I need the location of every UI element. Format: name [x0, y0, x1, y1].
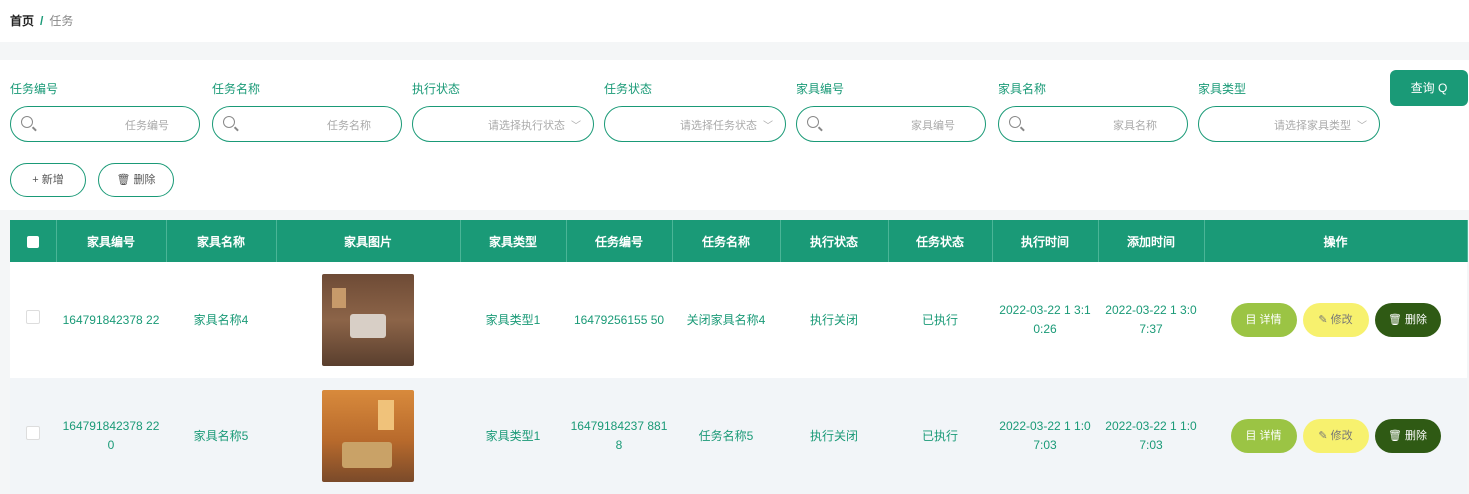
- exec-status-select[interactable]: 请选择执行状态 ﹀: [412, 106, 594, 142]
- select-placeholder: 请选择任务状态: [680, 120, 757, 132]
- furniture-name-input[interactable]: 家具名称: [998, 106, 1188, 142]
- furniture-no-input[interactable]: 家具编号: [796, 106, 986, 142]
- task-no-input[interactable]: 任务编号: [10, 106, 200, 142]
- task-no-cell: 16479256155 50: [566, 262, 672, 378]
- chevron-down-icon: ﹀: [1357, 121, 1367, 132]
- furniture-photo: [322, 274, 414, 366]
- delete-button[interactable]: 🗑 删除: [1374, 303, 1441, 337]
- add-time-cell: 2022-03-22 1 1:07:03: [1098, 378, 1204, 494]
- column-header: 家具图片: [276, 220, 461, 262]
- add-button[interactable]: + 新增: [10, 163, 86, 197]
- exec-time-cell: 2022-03-22 1 3:10:26: [992, 262, 1098, 378]
- column-header: 家具编号: [56, 220, 167, 262]
- breadcrumb-separator: /: [40, 14, 44, 28]
- chevron-down-icon: ﹀: [571, 121, 581, 132]
- search-icon: [223, 116, 235, 128]
- breadcrumb: 首页 / 任务: [0, 0, 1469, 42]
- filter-label: 任务状态: [604, 82, 653, 96]
- task-name-cell: 任务名称5: [672, 378, 780, 494]
- edit-button[interactable]: ✎ 修改: [1302, 419, 1369, 453]
- filter-bar: 任务编号 任务编号 任务名称 任务名称 执行状态 请选择执行状态 ﹀ 任务状态 …: [0, 60, 1469, 150]
- search-icon: [807, 116, 819, 128]
- input-placeholder: 任务编号: [125, 120, 169, 132]
- breadcrumb-current: 任务: [49, 14, 74, 28]
- breadcrumb-home[interactable]: 首页: [10, 14, 34, 28]
- row-checkbox[interactable]: [26, 310, 40, 324]
- table-row: 164791842378 220 家具名称5 家具类型1 16479184237…: [10, 378, 1467, 494]
- filter-label: 家具类型: [1198, 82, 1247, 96]
- column-header: 任务名称: [672, 220, 781, 262]
- input-placeholder: 家具编号: [911, 120, 955, 132]
- task-no-cell: 16479184237 8818: [566, 378, 672, 494]
- row-checkbox[interactable]: [26, 426, 40, 440]
- operations-cell: 目 详情 ✎ 修改 🗑 删除: [1204, 378, 1467, 494]
- task-status-cell: 已执行: [888, 262, 992, 378]
- select-all-header[interactable]: [10, 220, 57, 262]
- task-status-cell: 已执行: [888, 378, 992, 494]
- add-time-cell: 2022-03-22 1 3:07:37: [1098, 262, 1204, 378]
- select-placeholder: 请选择执行状态: [488, 120, 565, 132]
- filter-label: 家具名称: [998, 82, 1047, 96]
- delete-button[interactable]: 🗑 删除: [1374, 419, 1441, 453]
- search-icon: [1009, 116, 1021, 128]
- furniture-type-cell: 家具类型1: [460, 262, 566, 378]
- table-row: 164791842378 22 家具名称4 家具类型1 16479256155 …: [10, 262, 1467, 378]
- column-header: 操作: [1204, 220, 1468, 262]
- column-header: 任务编号: [566, 220, 673, 262]
- input-placeholder: 任务名称: [327, 120, 371, 132]
- furniture-name-cell: 家具名称4: [166, 262, 276, 378]
- filter-label: 任务名称: [212, 82, 261, 96]
- exec-status-cell: 执行关闭: [780, 262, 888, 378]
- select-placeholder: 请选择家具类型: [1274, 120, 1351, 132]
- filter-label: 任务编号: [10, 82, 59, 96]
- task-status-select[interactable]: 请选择任务状态 ﹀: [604, 106, 786, 142]
- input-placeholder: 家具名称: [1113, 120, 1157, 132]
- task-table: 家具编号 家具名称 家具图片 家具类型 任务编号 任务名称 执行状态 任务状态 …: [10, 220, 1468, 494]
- column-header: 执行状态: [780, 220, 889, 262]
- exec-time-cell: 2022-03-22 1 1:07:03: [992, 378, 1098, 494]
- chevron-down-icon: ﹀: [763, 121, 773, 132]
- table-header: 家具编号 家具名称 家具图片 家具类型 任务编号 任务名称 执行状态 任务状态 …: [10, 220, 1468, 262]
- search-icon: [21, 116, 33, 128]
- column-header: 家具类型: [460, 220, 567, 262]
- task-name-input[interactable]: 任务名称: [212, 106, 402, 142]
- batch-delete-button[interactable]: 🗑 删除: [98, 163, 174, 197]
- filter-label: 执行状态: [412, 82, 461, 96]
- exec-status-cell: 执行关闭: [780, 378, 888, 494]
- edit-button[interactable]: ✎ 修改: [1302, 303, 1369, 337]
- action-bar: + 新增 🗑 删除: [0, 150, 1469, 210]
- row-select-cell: [10, 378, 56, 494]
- column-header: 添加时间: [1098, 220, 1205, 262]
- furniture-name-cell: 家具名称5: [166, 378, 276, 494]
- search-button[interactable]: 查询 Q: [1390, 70, 1468, 106]
- furniture-type-select[interactable]: 请选择家具类型 ﹀: [1198, 106, 1380, 142]
- detail-button[interactable]: 目 详情: [1230, 303, 1297, 337]
- task-name-cell: 关闭家具名称4: [672, 262, 780, 378]
- furniture-photo-cell: [276, 378, 460, 494]
- row-select-cell: [10, 262, 56, 378]
- column-header: 任务状态: [888, 220, 993, 262]
- furniture-no-cell: 164791842378 22: [56, 262, 166, 378]
- column-header: 家具名称: [166, 220, 277, 262]
- furniture-photo-cell: [276, 262, 460, 378]
- detail-button[interactable]: 目 详情: [1230, 419, 1297, 453]
- filter-label: 家具编号: [796, 82, 845, 96]
- column-header: 执行时间: [992, 220, 1099, 262]
- select-all-checkbox[interactable]: [26, 235, 39, 248]
- furniture-no-cell: 164791842378 220: [56, 378, 166, 494]
- furniture-type-cell: 家具类型1: [460, 378, 566, 494]
- furniture-photo: [322, 390, 414, 482]
- operations-cell: 目 详情 ✎ 修改 🗑 删除: [1204, 262, 1467, 378]
